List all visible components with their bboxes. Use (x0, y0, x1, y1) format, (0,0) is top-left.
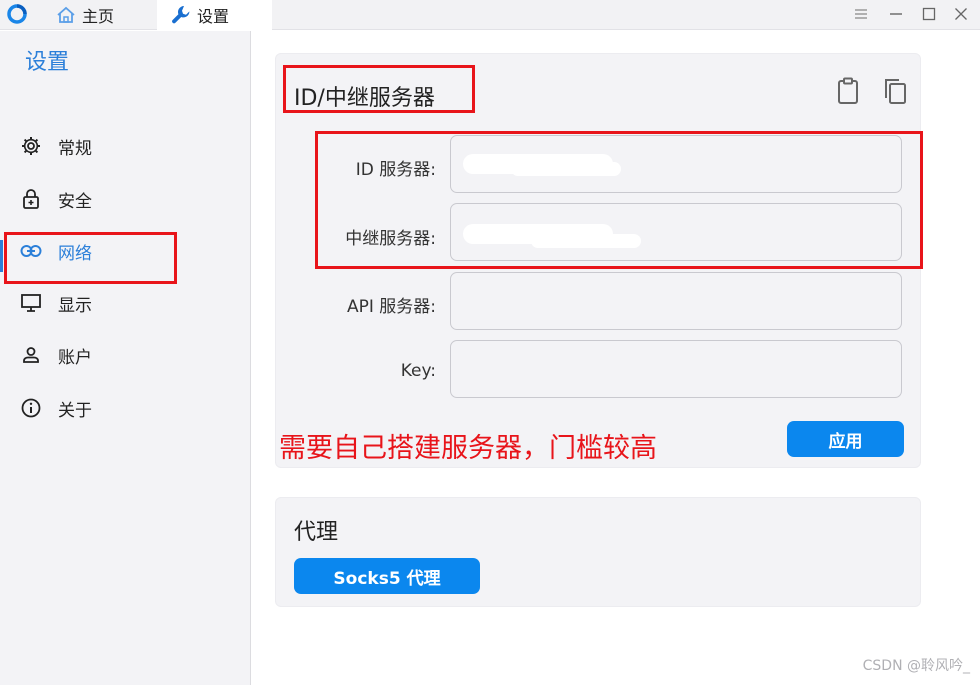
sidebar-title: 设置 (25, 50, 70, 75)
watermark: CSDN @聆风吟_ (862, 658, 970, 674)
wrench-icon (169, 4, 193, 26)
sidebar-item-label: 关于 (58, 400, 92, 421)
api-server-input[interactable] (450, 272, 902, 330)
proxy-card-title: 代理 (294, 520, 339, 545)
key-input[interactable] (450, 340, 902, 398)
sidebar-item-label: 账户 (58, 347, 92, 368)
app-logo-icon (7, 4, 27, 24)
sidebar-item-security[interactable]: 安全 (18, 181, 218, 217)
sidebar-item-label: 常规 (58, 138, 92, 159)
lock-icon (18, 186, 44, 212)
sidebar-item-account[interactable]: 账户 (18, 337, 218, 373)
apply-button[interactable]: 应用 (787, 421, 904, 457)
gear-icon (18, 133, 44, 159)
sidebar-item-about[interactable]: 关于 (18, 390, 218, 426)
api-server-label: API 服务器: (346, 297, 436, 317)
annotation-box-network (4, 232, 177, 284)
annotation-box-fields (315, 131, 923, 269)
tab-home-label: 主页 (82, 7, 115, 26)
annotation-text: 需要自己搭建服务器，门槛较高 (279, 433, 657, 464)
copy-icon[interactable] (881, 76, 909, 106)
monitor-icon (18, 290, 44, 316)
sidebar-item-label: 显示 (58, 295, 92, 316)
main-content: ID/中继服务器 ID 服务器: 中继服务器: API 服务器: Key: 应用… (252, 31, 980, 685)
user-icon (18, 342, 44, 368)
clipboard-icon[interactable] (834, 76, 862, 106)
home-icon (54, 4, 78, 26)
menu-icon[interactable] (848, 2, 874, 26)
tab-settings[interactable]: 设置 (157, 0, 272, 30)
annotation-box-title (283, 65, 475, 113)
active-indicator (0, 240, 3, 272)
close-icon[interactable] (948, 2, 974, 26)
sidebar-item-display[interactable]: 显示 (18, 285, 218, 321)
info-icon (18, 395, 44, 421)
key-label: Key: (400, 361, 436, 381)
sidebar-item-general[interactable]: 常规 (18, 128, 218, 164)
socks5-proxy-button[interactable]: Socks5 代理 (294, 558, 480, 594)
tab-settings-label: 设置 (197, 7, 230, 26)
proxy-card: 代理 Socks5 代理 (275, 497, 921, 607)
minimize-icon[interactable] (883, 2, 909, 26)
tab-home[interactable]: 主页 (50, 0, 150, 30)
sidebar-item-label: 安全 (58, 191, 92, 212)
title-bar: 主页 设置 (0, 0, 980, 30)
sidebar: 设置 常规 安全 网络 显示 账户 关于 (0, 31, 251, 685)
maximize-icon[interactable] (916, 2, 942, 26)
